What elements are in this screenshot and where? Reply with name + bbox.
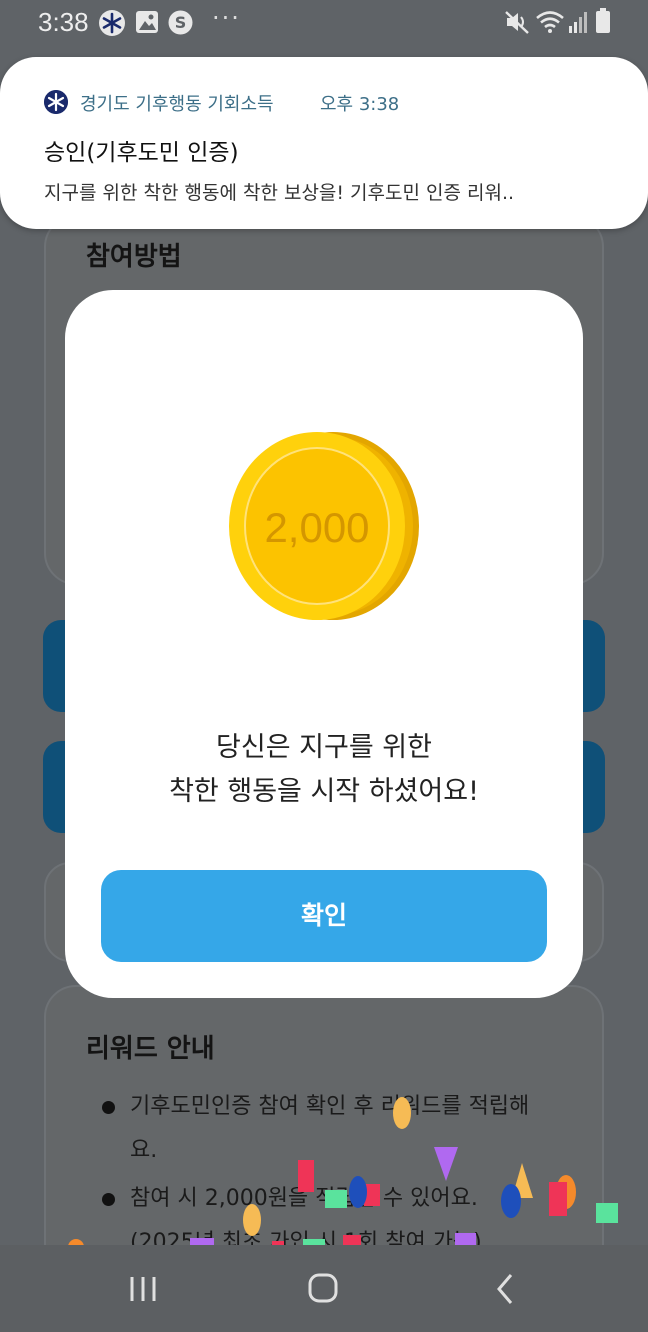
battery-icon: [596, 8, 610, 33]
notification-time: 오후 3:38: [320, 94, 400, 115]
app-icon: [99, 10, 125, 36]
status-time: 3:38: [38, 7, 89, 37]
participation-title: 참여방법: [86, 242, 182, 272]
notification-app-name: 경기도 기후행동 기회소득: [80, 94, 274, 115]
s-icon: S: [168, 10, 193, 35]
navigation-bar: [0, 1245, 648, 1332]
signal-icon: [569, 12, 587, 33]
wifi-icon: [536, 11, 564, 33]
notification-title: 승인(기후도민 인증): [44, 140, 239, 166]
confirm-button[interactable]: 확인: [101, 870, 547, 962]
notification-app-icon: [44, 90, 68, 114]
success-message-line1: 당신은 지구를 위한: [216, 732, 432, 763]
mute-icon: [505, 11, 529, 34]
status-bar: 3:38 S ···: [0, 0, 648, 46]
reward-modal: 2,000 당신은 지구를 위한 착한 행동을 시작 하셨어요! 확인: [65, 290, 583, 998]
home-icon[interactable]: [298, 1267, 348, 1311]
notification-body: 지구를 위한 착한 행동에 착한 보상을! 기후도민 인증 리워..: [44, 182, 515, 204]
recent-apps-icon[interactable]: [118, 1267, 168, 1311]
coin-icon: 2,000: [229, 432, 419, 620]
confetti-decoration: [68, 1097, 618, 1250]
svg-text:S: S: [175, 13, 187, 32]
coin-amount: 2,000: [264, 504, 369, 551]
success-message: 당신은 지구를 위한 착한 행동을 시작 하셨어요!: [65, 726, 583, 814]
success-message-line2: 착한 행동을 시작 하셨어요!: [169, 776, 479, 807]
more-notifications-icon: ···: [212, 4, 241, 32]
gallery-icon: [136, 11, 158, 33]
back-icon[interactable]: [480, 1267, 530, 1311]
rewards-title: 리워드 안내: [86, 1034, 215, 1064]
notification-card[interactable]: 경기도 기후행동 기회소득 오후 3:38 승인(기후도민 인증) 지구를 위한…: [0, 57, 648, 229]
